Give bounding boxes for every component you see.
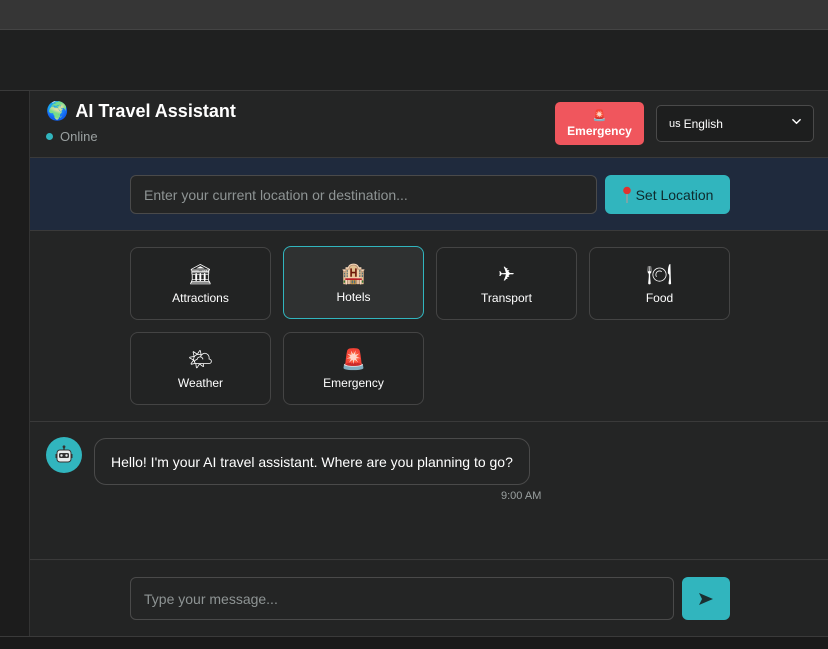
location-bar: Set Location (30, 158, 828, 231)
browser-top-bar (0, 0, 828, 30)
chat-area: Hello! I'm your AI travel assistant. Whe… (30, 422, 828, 560)
send-icon (699, 592, 713, 605)
category-attractions[interactable]: 🏛 Attractions (130, 247, 271, 320)
category-emergency[interactable]: 🚨 Emergency (283, 332, 424, 405)
bottom-bar (0, 636, 828, 649)
pin-icon (622, 186, 631, 203)
category-weather[interactable]: 🌤 Weather (130, 332, 271, 405)
message-timestamp: 9:00 AM (501, 490, 542, 502)
category-label: Hotels (336, 289, 371, 304)
airplane-icon: ✈ (498, 261, 515, 286)
bot-avatar (46, 437, 82, 473)
classical-building-icon: 🏛 (187, 261, 214, 286)
app-header: 🌍 AI Travel Assistant Online 🚨 Emergency… (30, 91, 828, 158)
category-food[interactable]: 🍽 Food (589, 247, 730, 320)
browser-toolbar (0, 30, 828, 91)
us-flag-icon: us (669, 117, 681, 130)
message-composer (30, 561, 828, 636)
travel-assistant-app: 🌍 AI Travel Assistant Online 🚨 Emergency… (30, 91, 828, 636)
chevron-down-icon (792, 118, 801, 125)
language-selected: English (683, 116, 723, 131)
category-grid: 🏛 Attractions 🏨 Hotels ✈ Transport 🍽 Foo… (30, 231, 828, 422)
plate-cutlery-icon: 🍽 (646, 261, 673, 286)
set-location-button[interactable]: Set Location (605, 175, 730, 214)
siren-icon: 🚨 (592, 108, 607, 122)
status-text: Online (60, 129, 98, 144)
siren-icon: 🚨 (341, 346, 366, 371)
category-label: Weather (177, 375, 224, 390)
category-hotels[interactable]: 🏨 Hotels (283, 246, 424, 319)
online-status: Online (46, 129, 98, 144)
status-dot-icon (46, 133, 53, 140)
category-label: Transport (481, 290, 532, 305)
bot-message-bubble: Hello! I'm your AI travel assistant. Whe… (94, 438, 530, 485)
category-label: Emergency (323, 375, 384, 390)
location-input[interactable] (130, 175, 597, 214)
language-select[interactable]: us English (656, 105, 814, 142)
sun-cloud-icon: 🌤 (187, 346, 214, 371)
left-sidebar-strip (0, 91, 30, 636)
emergency-label: Emergency (567, 123, 632, 138)
category-label: Food (645, 290, 674, 305)
message-input[interactable] (130, 577, 674, 620)
category-transport[interactable]: ✈ Transport (436, 247, 577, 320)
emergency-button[interactable]: 🚨 Emergency (555, 102, 644, 145)
robot-icon (55, 445, 73, 463)
category-label: Attractions (172, 290, 229, 305)
title-row: 🌍 AI Travel Assistant (46, 101, 236, 122)
globe-icon: 🌍 (46, 100, 69, 122)
send-button[interactable] (682, 577, 730, 620)
set-location-label: Set Location (635, 186, 714, 203)
app-title: AI Travel Assistant (75, 101, 236, 121)
hotel-icon: 🏨 (341, 260, 366, 285)
